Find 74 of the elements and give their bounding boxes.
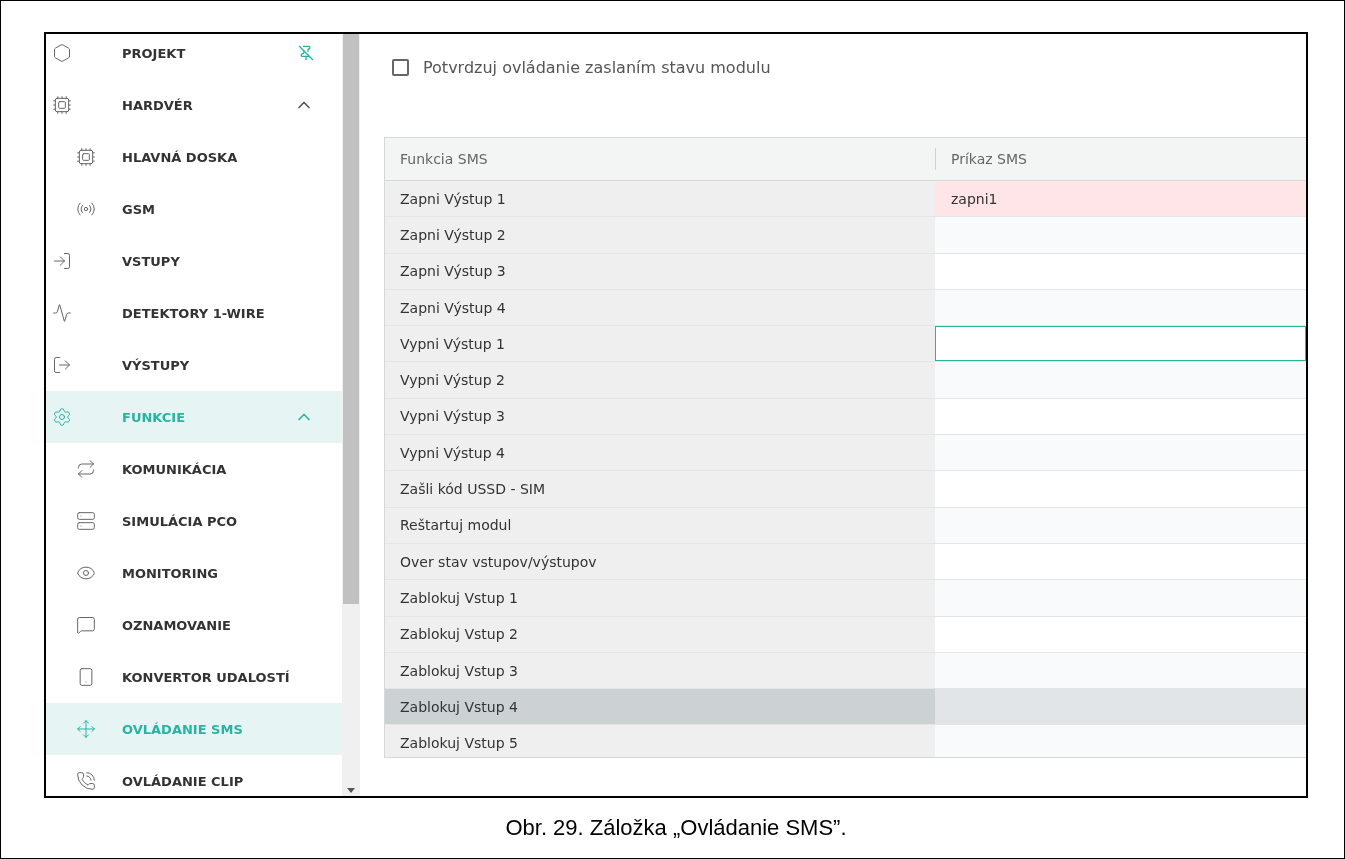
table-cell: Vypni Výstup 1	[385, 326, 935, 362]
command-field[interactable]	[935, 725, 1306, 757]
sidebar-label: FUNKCIE	[122, 409, 187, 425]
sidebar-item[interactable]: KONVERTOR UDALOSTÍ	[46, 651, 342, 703]
command-field[interactable]	[935, 362, 1306, 398]
table-cell: Zablokuj Vstup 1	[385, 580, 935, 616]
sidebar-item[interactable]: OVLÁDANIE CLIP	[46, 755, 342, 796]
column-header: Príkaz SMS	[935, 148, 1306, 170]
input-arrow-icon	[52, 251, 72, 271]
table-cell: Vypni Výstup 4	[385, 435, 935, 471]
table-cell: Zablokuj Vstup 3	[385, 652, 935, 689]
table-cell: Zapni Výstup 1	[385, 181, 935, 217]
sidebar-item[interactable]: VÝSTUPY	[46, 339, 342, 391]
command-field[interactable]	[935, 289, 1306, 326]
sidebar-label: OZNAMOVANIE	[122, 617, 232, 633]
cross-arrows-icon	[76, 719, 96, 739]
sidebar-item[interactable]: VSTUPY	[46, 235, 342, 287]
sidebar-item[interactable]: MONITORING	[46, 547, 342, 599]
checkbox[interactable]	[392, 58, 409, 76]
column-header: Funkcia SMS	[399, 150, 489, 169]
phone-call-icon	[76, 771, 96, 791]
sidebar-label: HLAVNÁ DOSKA	[122, 149, 239, 165]
command-field[interactable]	[935, 652, 1306, 689]
sidebar-item[interactable]: KOMUNIKÁCIA	[46, 443, 342, 495]
chip-icon	[76, 147, 96, 167]
command-field[interactable]	[935, 580, 1306, 616]
arrows-icon	[76, 459, 96, 479]
table-cell: Vypni Výstup 2	[385, 362, 935, 398]
sidebar-item[interactable]: DETEKTORY 1-WIRE	[46, 287, 342, 339]
table-cell: Zablokuj Vstup 4	[385, 689, 935, 725]
pulse-icon	[52, 303, 72, 323]
sidebar-label: DETEKTORY 1-WIRE	[122, 305, 266, 321]
settings-icon	[52, 407, 72, 427]
scrollbar[interactable]	[342, 34, 360, 796]
table-cell: Zablokuj Vstup 5	[385, 725, 935, 757]
hexagon-icon	[52, 43, 72, 63]
sidebar-item[interactable]: HLAVNÁ DOSKA	[46, 131, 342, 183]
command-field[interactable]	[935, 435, 1306, 471]
figure-caption: Obr. 29. Záložka „Ovládanie SMS”.	[504, 815, 848, 841]
checkbox-label: Potvrdzuj ovládanie zaslaním stavu modulu	[423, 57, 771, 77]
table-cell: Zapni Výstup 3	[385, 253, 935, 289]
command-field[interactable]: zapni1	[935, 181, 1306, 217]
sidebar-label: SIMULÁCIA PCO	[122, 513, 239, 529]
sidebar-item[interactable]: SIMULÁCIA PCO	[46, 495, 342, 547]
sidebar-label: MONITORING	[122, 565, 220, 581]
table-cell: Reštartuj modul	[385, 507, 935, 543]
command-field[interactable]	[935, 217, 1306, 253]
sidebar-label: VÝSTUPY	[122, 357, 191, 373]
command-field[interactable]	[935, 689, 1306, 725]
sidebar-label: OVLÁDANIE CLIP	[122, 773, 245, 789]
sidebar-item[interactable]: PROJEKT	[46, 34, 342, 79]
sidebar-label: KOMUNIKÁCIA	[122, 461, 228, 477]
sidebar-item[interactable]: HARDVÉR	[46, 79, 342, 131]
table-cell: Over stav vstupov/výstupov	[385, 543, 935, 580]
sidebar-label: KONVERTOR UDALOSTÍ	[122, 669, 291, 685]
server-icon	[76, 511, 96, 531]
sidebar-label: PROJEKT	[122, 45, 187, 61]
sidebar-item[interactable]: GSM	[46, 183, 342, 235]
unpin-icon[interactable]	[298, 45, 314, 61]
sidebar-label: OVLÁDANIE SMS	[122, 721, 244, 737]
sidebar-label: VSTUPY	[122, 253, 181, 269]
sidebar-label: HARDVÉR	[122, 97, 194, 113]
scrollbar-thumb[interactable]	[343, 34, 359, 604]
table-cell: Zapni Výstup 4	[385, 289, 935, 326]
chip-icon	[52, 95, 72, 115]
command-field[interactable]	[935, 507, 1306, 543]
sidebar-item[interactable]: OZNAMOVANIE	[46, 599, 342, 651]
command-field[interactable]	[935, 326, 1306, 362]
table-cell: Vypni Výstup 3	[385, 398, 935, 435]
message-icon	[76, 615, 96, 635]
table-cell: Zašli kód USSD - SIM	[385, 471, 935, 507]
table-cell: Zablokuj Vstup 2	[385, 616, 935, 652]
sidebar-label: GSM	[122, 201, 156, 217]
table-cell: Zapni Výstup 2	[385, 217, 935, 253]
